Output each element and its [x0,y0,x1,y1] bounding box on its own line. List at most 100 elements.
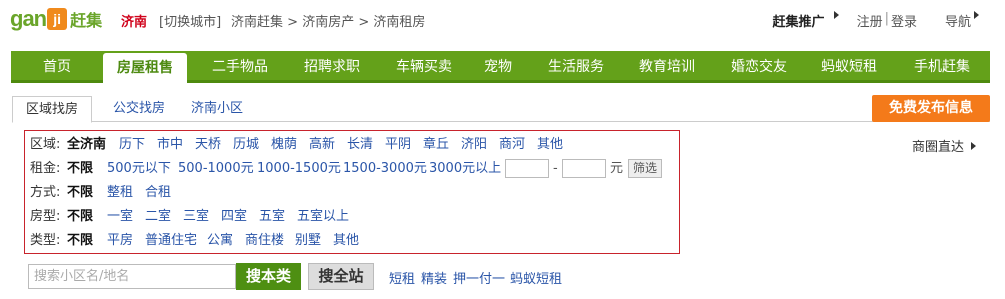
rent-min-input[interactable] [505,159,549,178]
nav-item-jobs[interactable]: 招聘求职 [291,51,373,83]
filter-option[interactable]: 不限 [67,231,93,251]
filter-row-layout: 房型: 不限 一室 二室 三室 四室 五室 五室以上 [30,207,680,227]
top-right-links: 赶集推广 注册 | 登录 导航 [773,11,979,30]
nav-item-mobile[interactable]: 手机赶集 [899,51,985,83]
caret-right-icon [833,11,839,19]
login-link[interactable]: 登录 [891,11,917,30]
breadcrumb: 济南赶集 > 济南房产 > 济南租房 [231,11,425,30]
filter-option[interactable]: 五室以上 [297,207,349,227]
breadcrumb-item[interactable]: 济南赶集 [231,15,283,30]
filter-option[interactable]: 1000-1500元 [257,159,341,179]
caret-right-icon [974,11,979,19]
filter-option[interactable]: 历城 [233,135,259,155]
nav-menu-link[interactable]: 导航 [945,11,971,30]
filter-option[interactable]: 其他 [333,231,359,251]
business-district-link[interactable]: 商圈直达 [912,136,977,155]
filter-row-mode: 方式: 不限 整租 合租 [30,183,680,203]
quick-link[interactable]: 蚂蚁短租 [510,268,562,287]
search-input[interactable]: 搜索小区名/地名 [28,264,236,289]
breadcrumb-item[interactable]: 济南租房 [373,15,425,30]
logo-cn: 赶集 [70,11,103,30]
rent-max-input[interactable] [562,159,606,178]
quick-link[interactable]: 短租 [389,268,415,287]
quick-link[interactable]: 精装 [421,268,447,287]
filter-option[interactable]: 历下 [119,135,145,155]
filter-option[interactable]: 平阴 [385,135,411,155]
range-dash: - [553,161,558,176]
caret-right-icon [971,142,977,150]
filter-option[interactable]: 槐荫 [271,135,297,155]
filter-row-type: 类型: 不限 平房 普通住宅 公寓 商住楼 别墅 其他 [30,231,680,251]
promo-link[interactable]: 赶集推广 [773,11,825,30]
nav-item-short-rent[interactable]: 蚂蚁短租 [807,51,891,83]
filter-option[interactable]: 其他 [537,135,563,155]
filter-label: 房型: [30,209,61,224]
filter-option[interactable]: 不限 [67,183,93,203]
filter-option[interactable]: 五室 [259,207,285,227]
filter-label: 类型: [30,233,61,248]
top-bar: gan ji 赶集 济南 [切换城市] 济南赶集 > 济南房产 > 济南租房 赶… [0,0,1005,38]
rent-unit: 元 [610,161,624,176]
shortcut-label: 商圈直达 [912,140,965,155]
search-tabs: 区域找房 公交找房 济南小区 [12,96,990,123]
divider: | [884,11,889,26]
filter-option[interactable]: 一室 [107,207,133,227]
filter-option[interactable]: 别墅 [295,231,321,251]
logo-badge: ji [47,8,68,30]
filter-option[interactable]: 四室 [221,207,247,227]
filter-option[interactable]: 500-1000元 [178,159,254,179]
filter-option[interactable]: 高新 [309,135,335,155]
register-link[interactable]: 注册 [857,11,883,30]
search-category-button[interactable]: 搜本类 [236,263,301,290]
filter-option[interactable]: 天桥 [195,135,221,155]
site-logo[interactable]: gan ji 赶集 [10,6,102,32]
filter-option[interactable]: 不限 [67,159,93,179]
switch-city-link[interactable]: [切换城市] [159,11,221,30]
main-nav: 首页 房屋租售 二手物品 招聘求职 车辆买卖 宠物 生活服务 教育培训 婚恋交友… [11,51,990,86]
filter-row-rent: 租金: 不限 500元以下 500-1000元 1000-1500元 1500-… [30,159,680,179]
filter-option[interactable]: 三室 [183,207,209,227]
breadcrumb-separator: > [358,15,370,30]
filter-option[interactable]: 整租 [107,183,133,203]
nav-item-education[interactable]: 教育培训 [625,51,709,83]
filter-option[interactable]: 不限 [67,207,93,227]
filter-label: 方式: [30,185,61,200]
filter-option[interactable]: 二室 [145,207,171,227]
filter-option[interactable]: 济阳 [461,135,487,155]
publish-button[interactable]: 免费发布信息 [872,95,990,122]
nav-item-housing[interactable]: 房屋租售 [103,53,187,86]
nav-item-secondhand[interactable]: 二手物品 [199,51,281,83]
filter-option[interactable]: 公寓 [207,231,233,251]
nav-item-home[interactable]: 首页 [11,51,103,83]
breadcrumb-item[interactable]: 济南房产 [302,15,354,30]
logo-text: gan [10,6,47,31]
current-city: 济南 [121,15,148,30]
filter-option[interactable]: 平房 [107,231,133,251]
nav-item-services[interactable]: 生活服务 [535,51,617,83]
filter-label: 区域: [30,137,61,152]
filter-option[interactable]: 章丘 [423,135,449,155]
filter-option[interactable]: 市中 [157,135,183,155]
breadcrumb-separator: > [287,15,299,30]
filter-button[interactable]: 筛选 [628,159,662,178]
tab-community[interactable]: 济南小区 [182,96,252,122]
filter-option[interactable]: 普通住宅 [145,231,197,251]
filter-row-area: 区域: 全济南 历下 市中 天桥 历城 槐荫 高新 长清 平阴 章丘 济阳 商河… [30,135,680,155]
filter-panel: 区域: 全济南 历下 市中 天桥 历城 槐荫 高新 长清 平阴 章丘 济阳 商河… [24,130,680,254]
quick-link[interactable]: 押一付一 [453,268,505,287]
filter-option[interactable]: 商河 [499,135,525,155]
filter-option[interactable]: 500元以下 [107,159,171,179]
nav-item-pets[interactable]: 宠物 [471,51,525,83]
filter-option[interactable]: 1500-3000元 [343,159,427,179]
filter-option[interactable]: 商住楼 [245,231,284,251]
nav-item-dating[interactable]: 婚恋交友 [717,51,801,83]
filter-option[interactable]: 3000元以上 [429,159,501,179]
filter-option[interactable]: 全济南 [67,135,106,155]
tab-bus-search[interactable]: 公交找房 [104,96,174,122]
filter-option[interactable]: 合租 [145,183,171,203]
search-all-button[interactable]: 搜全站 [308,263,374,290]
nav-item-cars[interactable]: 车辆买卖 [383,51,465,83]
tab-area-search[interactable]: 区域找房 [12,96,92,123]
filter-option[interactable]: 长清 [347,135,373,155]
